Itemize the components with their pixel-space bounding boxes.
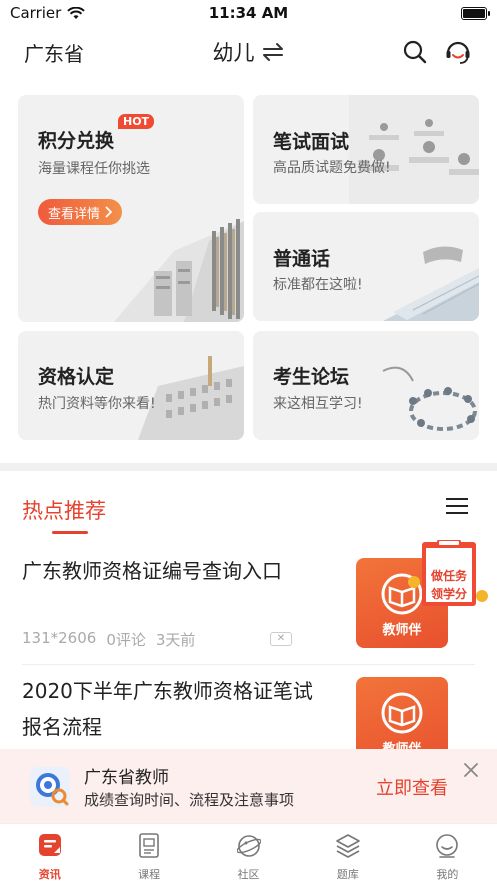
card-qualification[interactable]: 资格认定 热门资料等你来看! <box>18 331 244 440</box>
bottom-tab-bar: 资讯 课程 社区 题库 我的 <box>0 823 497 883</box>
target-search-icon <box>30 767 70 807</box>
promo-banner[interactable]: 广东省教师 成绩查询时间、流程及注意事项 立即查看 <box>0 749 497 823</box>
article-time: 3天前 <box>155 631 196 649</box>
people-circle-illustration <box>382 366 477 431</box>
hot-recommend-header: 热点推荐 <box>0 471 497 545</box>
customer-service-icon[interactable] <box>444 38 472 66</box>
card-title: 积分兑换 <box>38 130 115 152</box>
tab-label: 题库 <box>336 868 359 881</box>
card-subtitle: 热门资料等你来看! <box>38 396 156 412</box>
promo-title: 广东省教师 <box>84 768 169 788</box>
question-bank-icon <box>336 834 360 858</box>
article-views: 131*2606 <box>22 629 97 647</box>
thumbnail-brand: 教师伴 <box>356 738 448 749</box>
card-subtitle: 标准都在这啦! <box>273 277 363 293</box>
article-thumbnail: 教师伴 <box>356 677 448 749</box>
view-now-button[interactable]: 立即查看 <box>376 774 448 800</box>
view-details-label: 查看详情 <box>48 206 101 222</box>
tab-profile[interactable]: 我的 <box>398 824 497 883</box>
community-icon <box>236 835 261 857</box>
tab-news[interactable]: 资讯 <box>0 824 99 883</box>
list-item[interactable]: 2020下半年广东教师资格证笔试报名流程 教师伴 <box>0 665 497 749</box>
promo-subtitle: 成绩查询时间、流程及注意事项 <box>84 791 295 809</box>
article-title: 2020下半年广东教师资格证笔试报名流程 <box>22 679 313 739</box>
tab-question-bank[interactable]: 题库 <box>298 824 397 883</box>
task-reward-line1: 做任务 <box>430 569 467 583</box>
tab-label: 课程 <box>138 868 161 881</box>
task-reward-line2: 领学分 <box>430 587 467 601</box>
library-illustration <box>114 219 244 322</box>
tab-courses[interactable]: 课程 <box>99 824 198 883</box>
card-title: 资格认定 <box>38 366 115 388</box>
article-comments: 0评论 <box>106 631 146 649</box>
tab-community[interactable]: 社区 <box>199 824 298 883</box>
card-subtitle: 来这相互学习! <box>273 396 363 412</box>
header: 广东省 幼儿 <box>0 30 497 74</box>
tab-label: 我的 <box>436 868 459 881</box>
level-label: 幼儿 <box>212 41 255 65</box>
card-forum[interactable]: 考生论坛 来这相互学习! <box>253 331 479 440</box>
news-icon <box>38 834 61 856</box>
card-points-exchange[interactable]: 积分兑换 HOT 海量课程任你挑选 查看详情 <box>18 95 244 322</box>
battery-icon <box>461 6 490 20</box>
book-logo-icon <box>381 692 423 734</box>
card-subtitle: 高品质试题免费做! <box>273 160 391 176</box>
article-meta: 131*2606 0评论 3天前 <box>22 629 195 650</box>
hot-badge: HOT <box>118 114 155 129</box>
card-subtitle: 海量课程任你挑选 <box>38 161 150 177</box>
hot-recommend-underline <box>52 531 88 534</box>
chevron-right-icon <box>105 206 113 218</box>
card-mandarin[interactable]: 普通话 标准都在这啦! <box>253 212 479 321</box>
close-icon[interactable] <box>462 761 480 779</box>
swap-icon <box>262 43 283 61</box>
tab-label: 社区 <box>237 868 260 881</box>
exam-room-illustration <box>349 95 479 204</box>
card-title: 笔试面试 <box>273 131 350 153</box>
view-details-button[interactable]: 查看详情 <box>38 199 123 225</box>
card-title: 考生论坛 <box>273 366 350 388</box>
section-divider <box>0 463 497 471</box>
search-icon[interactable] <box>401 38 429 66</box>
carrier-label: Carrier <box>10 4 62 22</box>
status-bar: Carrier 11:34 AM <box>0 0 497 26</box>
card-title: 普通话 <box>273 248 331 270</box>
card-written-interview[interactable]: 笔试面试 高品质试题免费做! <box>253 95 479 204</box>
menu-icon[interactable] <box>446 497 468 515</box>
keyboard-illustration <box>383 246 479 321</box>
article-title: 广东教师资格证编号查询入口 <box>22 559 282 583</box>
task-reward-float[interactable]: 做任务 领学分 <box>408 540 490 610</box>
thumbnail-brand: 教师伴 <box>382 623 422 638</box>
dismiss-icon[interactable]: ✕ <box>270 632 292 646</box>
profile-icon <box>436 834 459 858</box>
tab-label: 资讯 <box>38 868 61 881</box>
hot-recommend-title[interactable]: 热点推荐 <box>22 495 106 525</box>
course-icon <box>139 833 159 858</box>
wifi-icon <box>67 6 86 19</box>
